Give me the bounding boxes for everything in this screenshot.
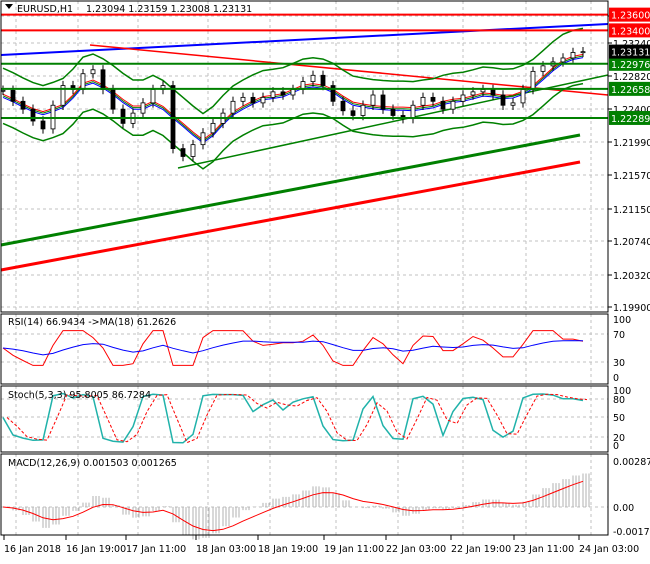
candle — [430, 96, 436, 102]
y-tick-label: 70 — [613, 330, 625, 341]
y-tick-label: 30 — [613, 358, 625, 369]
candle — [0, 89, 6, 92]
level-label: 1.23600 — [611, 11, 650, 22]
candle — [10, 89, 16, 102]
rsi-line — [2, 330, 584, 366]
trading-chart[interactable]: 16 Jan 2018 16 Jan 19:00 17 Jan 11:00 18 Ja… — [0, 0, 650, 560]
ma-long-red — [0, 160, 581, 272]
x-tick-label: 16 Jan 19:00 — [66, 544, 126, 555]
candle — [340, 100, 346, 112]
panel-frame — [0, 0, 609, 313]
candle — [80, 73, 86, 90]
candle — [140, 102, 146, 114]
y-tick-label: 1.22820 — [613, 72, 650, 83]
candle — [390, 108, 396, 116]
candle — [580, 51, 586, 54]
y-tick-label: 1.19900 — [613, 303, 650, 314]
candle — [410, 104, 416, 120]
candle — [120, 108, 126, 124]
y-tick-label: 1.21150 — [613, 205, 650, 216]
candle — [260, 96, 266, 104]
grid — [1, 1, 608, 535]
candle — [210, 122, 216, 134]
y-tick-label: 0 — [613, 441, 619, 452]
candle — [420, 96, 426, 106]
y-tick-label: 1.21570 — [613, 171, 650, 182]
level-label: 1.23400 — [611, 26, 650, 37]
candle — [290, 89, 296, 96]
candle — [440, 100, 446, 110]
candle — [190, 144, 196, 157]
current-price-label: 1.23131 — [611, 48, 650, 59]
candle — [510, 102, 516, 106]
candle — [500, 94, 506, 106]
candle — [200, 132, 206, 146]
candle — [360, 104, 366, 116]
y-tick-label: 50 — [613, 413, 625, 424]
candle — [450, 100, 456, 110]
candle — [150, 89, 156, 104]
candle — [460, 94, 466, 102]
y-tick-label: 80 — [613, 395, 625, 406]
bollinger-upper — [2, 27, 584, 115]
candle — [490, 89, 496, 96]
y-tick-label: 1.21990 — [613, 138, 650, 149]
x-tick-label: 16 Jan 2018 — [4, 544, 61, 555]
ma-fast-blue — [2, 57, 584, 144]
candle — [470, 91, 476, 96]
macd-panel[interactable] — [2, 473, 590, 540]
y-tick-label: 100 — [613, 315, 631, 326]
y-tick-label: 1.20740 — [613, 237, 650, 248]
rsi-panel[interactable] — [2, 330, 584, 366]
dropdown-triangle-icon[interactable] — [5, 4, 13, 9]
candle — [570, 52, 576, 59]
candle — [40, 120, 46, 130]
candle — [350, 110, 356, 116]
level-label: 1.22976 — [611, 60, 650, 71]
candle — [180, 148, 186, 157]
y-tick-label: -0.001757 — [613, 527, 650, 538]
chart-ohlc: 1.23094 1.23159 1.23008 1.23131 — [86, 4, 252, 15]
y-tick-label: 0 — [613, 373, 619, 384]
candle — [110, 89, 116, 110]
x-tick-label: 22 Jan 19:00 — [451, 544, 511, 555]
candle — [310, 74, 316, 83]
trendline-blue — [0, 23, 609, 56]
level-label: 1.22658 — [611, 85, 650, 96]
candle — [30, 108, 36, 122]
y-tick-label: 0.00 — [613, 503, 634, 514]
x-tick-label: 24 Jan 03:00 — [579, 544, 639, 555]
candle — [250, 96, 256, 104]
candle — [100, 69, 106, 90]
y-tick-label: 0.002876 — [613, 457, 650, 468]
x-tick-label: 18 Jan 19:00 — [258, 544, 318, 555]
ma-200-green — [0, 133, 581, 247]
candle — [230, 100, 236, 114]
candle — [370, 94, 376, 106]
stoch-title: Stoch(5,3,3) 95.8005 86.7284 — [8, 390, 151, 401]
candle — [280, 91, 286, 96]
candle — [520, 89, 526, 104]
candle — [90, 69, 96, 75]
candle — [530, 70, 536, 90]
x-tick-label: 17 Jan 11:00 — [126, 544, 186, 555]
rsi-title: RSI(14) 66.9434 ->MA(18) 61.2626 — [8, 317, 176, 328]
candle — [380, 94, 386, 110]
candle — [560, 57, 566, 63]
candle — [320, 74, 326, 86]
chart-title: EURUSD,H1 — [17, 4, 73, 15]
x-tick-label: 18 Jan 03:00 — [196, 544, 256, 555]
candle — [540, 65, 546, 72]
x-tick-label: 23 Jan 11:00 — [514, 544, 574, 555]
candle — [240, 96, 246, 102]
x-tick-label: 19 Jan 11:00 — [324, 544, 384, 555]
candle — [20, 100, 26, 110]
candle — [270, 91, 276, 98]
rsi-ma-line — [2, 340, 584, 356]
x-tick-label: 22 Jan 03:00 — [386, 544, 446, 555]
y-tick-label: 1.20320 — [613, 271, 650, 282]
macd-title: MACD(12,26,9) 0.001503 0.001265 — [8, 458, 177, 469]
level-label: 1.22289 — [611, 114, 650, 125]
